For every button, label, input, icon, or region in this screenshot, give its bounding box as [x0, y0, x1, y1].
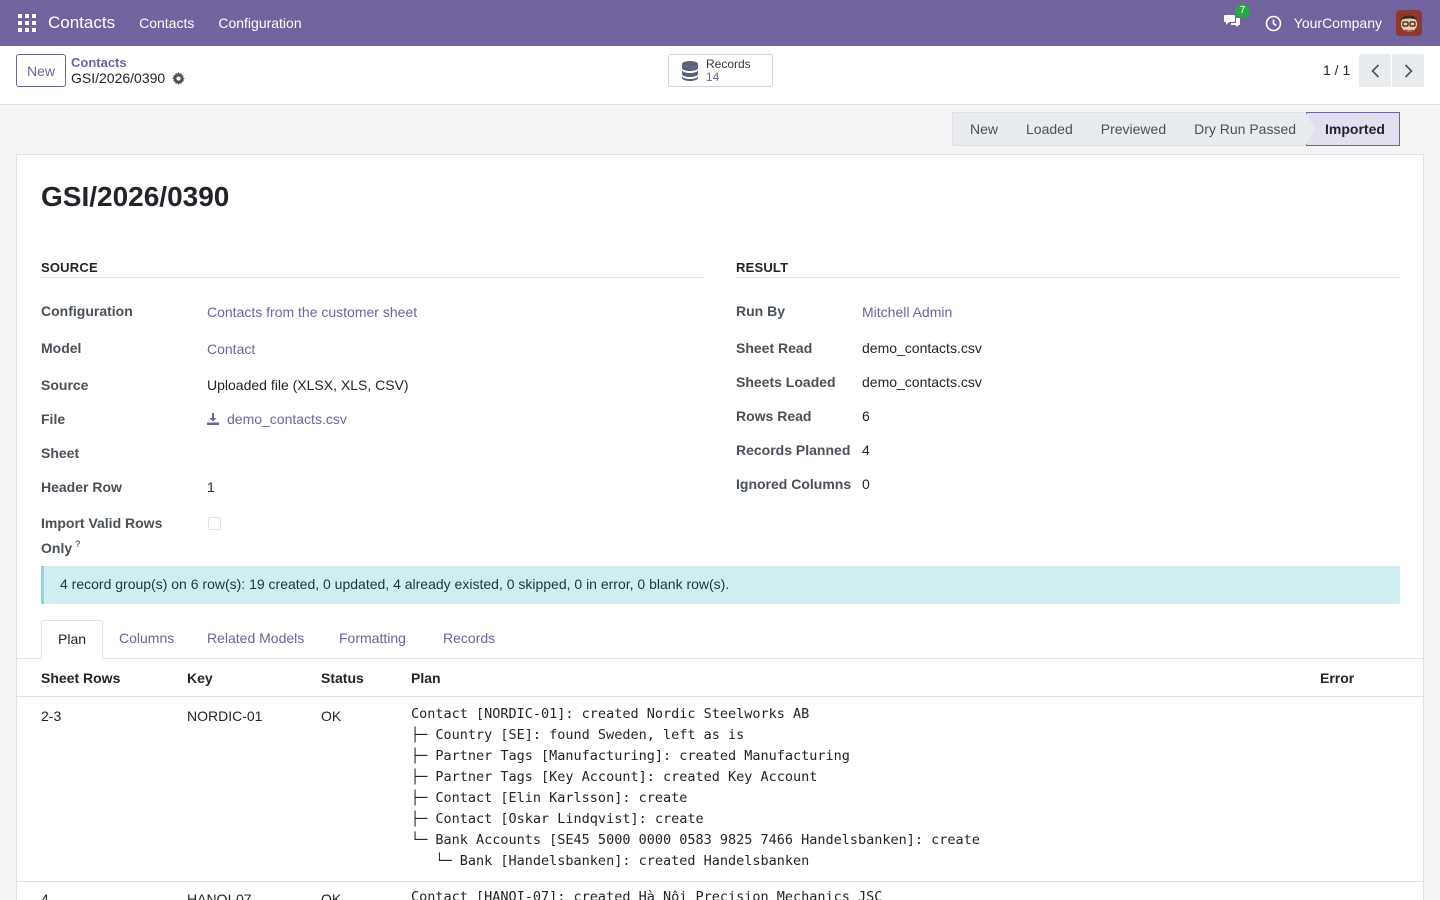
top-navbar: Contacts Contacts Configuration 7 YourCo…: [0, 0, 1440, 46]
chat-count-badge: 7: [1234, 4, 1251, 18]
pager-previous-button[interactable]: [1359, 54, 1391, 87]
model-link[interactable]: Contact: [207, 341, 255, 357]
sheets-loaded-value: demo_contacts.csv: [862, 374, 982, 390]
file-label: File: [41, 411, 66, 427]
menu-configuration[interactable]: Configuration: [218, 15, 301, 31]
source-divider: [41, 277, 705, 278]
tab-formatting[interactable]: Formatting: [323, 620, 422, 659]
chat-icon[interactable]: 7: [1223, 4, 1251, 33]
new-record-button[interactable]: New: [16, 54, 67, 87]
row-plan: Contact [NORDIC-01]: created Nordic Stee…: [411, 706, 980, 869]
column-header-error[interactable]: Error: [1320, 670, 1354, 686]
gear-icon[interactable]: [172, 71, 186, 85]
stage-imported[interactable]: Imported: [1306, 112, 1400, 146]
sheet-read-label: Sheet Read: [736, 340, 813, 356]
control-panel: New Contacts GSI/2026/0390 Records 14 1 …: [0, 46, 1440, 105]
import-valid-rows-label: Import Valid Rows Only?: [41, 515, 163, 556]
record-title: GSI/2026/0390: [41, 181, 230, 212]
row-key: NORDIC-01: [187, 708, 263, 724]
pager-value[interactable]: 1 / 1: [1323, 62, 1350, 78]
header-row-value: 1: [207, 479, 215, 495]
download-icon: [207, 412, 219, 425]
status-bar: New Loaded Previewed Dry Run Passed Impo…: [952, 112, 1400, 146]
company-switcher[interactable]: YourCompany: [1294, 15, 1382, 31]
row-status: OK: [321, 891, 342, 900]
tab-records[interactable]: Records: [427, 620, 511, 659]
file-download-link[interactable]: demo_contacts.csv: [207, 411, 347, 427]
chevron-right-icon: [1404, 63, 1413, 78]
run-by-link[interactable]: Mitchell Admin: [862, 304, 952, 320]
configuration-link[interactable]: Contacts from the customer sheet: [207, 304, 417, 320]
row-sheet-rows: 2-3: [41, 708, 62, 724]
column-header-status[interactable]: Status: [321, 670, 364, 686]
breadcrumb-current: GSI/2026/0390: [71, 70, 186, 86]
sheet-label: Sheet: [41, 445, 80, 461]
import-valid-rows-checkbox[interactable]: [208, 517, 221, 530]
smart-button-count: 14: [706, 69, 720, 84]
file-name: demo_contacts.csv: [227, 411, 347, 427]
model-label: Model: [41, 340, 82, 356]
stage-loaded[interactable]: Loaded: [1008, 112, 1092, 146]
table-row[interactable]: 2-3 NORDIC-01 OK Contact [NORDIC-01]: cr…: [17, 697, 1423, 882]
table-row[interactable]: 4 HANOI-07 OK Contact [HANOI-07]: create…: [17, 883, 1423, 900]
records-planned-label: Records Planned: [736, 442, 851, 458]
help-tooltip-icon[interactable]: ?: [75, 539, 81, 549]
result-group-title: RESULT: [736, 260, 789, 275]
records-smart-button[interactable]: Records 14: [668, 54, 773, 87]
user-avatar[interactable]: [1396, 10, 1422, 36]
ignored-columns-label: Ignored Columns: [736, 476, 852, 492]
notebook-tabs: Plan Columns Related Models Formatting R…: [17, 620, 1423, 659]
plan-table-header: Sheet Rows Key Status Plan Error: [17, 660, 1423, 697]
rows-read-label: Rows Read: [736, 408, 812, 424]
row-key: HANOI-07: [187, 891, 252, 900]
sheet-read-value: demo_contacts.csv: [862, 340, 982, 356]
stage-previewed[interactable]: Previewed: [1082, 112, 1186, 146]
stage-new[interactable]: New: [952, 112, 1018, 146]
chevron-left-icon: [1370, 63, 1379, 78]
column-header-plan[interactable]: Plan: [411, 670, 441, 686]
breadcrumb-parent[interactable]: Contacts: [71, 55, 127, 70]
app-brand[interactable]: Contacts: [48, 13, 115, 33]
pager-next-button[interactable]: [1392, 54, 1424, 87]
run-by-label: Run By: [736, 303, 785, 319]
sheets-loaded-label: Sheets Loaded: [736, 374, 836, 390]
stage-dry-run-passed[interactable]: Dry Run Passed: [1176, 112, 1315, 146]
row-sheet-rows: 4: [41, 891, 49, 900]
column-header-sheet-rows[interactable]: Sheet Rows: [41, 670, 120, 686]
smart-button-label: Records: [706, 56, 751, 71]
breadcrumb-current-label: GSI/2026/0390: [71, 70, 166, 86]
tab-columns[interactable]: Columns: [103, 620, 190, 659]
source-group-title: SOURCE: [41, 260, 98, 275]
activity-clock-icon[interactable]: [1265, 15, 1282, 32]
result-divider: [736, 277, 1400, 278]
column-header-key[interactable]: Key: [187, 670, 213, 686]
ignored-columns-value: 0: [862, 476, 870, 492]
rows-read-value: 6: [862, 408, 870, 424]
row-plan: Contact [HANOI-07]: created Hà Nội Preci…: [411, 889, 883, 900]
tab-related-models[interactable]: Related Models: [191, 620, 320, 659]
summary-alert: 4 record group(s) on 6 row(s): 19 create…: [41, 566, 1400, 604]
header-row-label: Header Row: [41, 479, 122, 495]
form-sheet: GSI/2026/0390 SOURCE Configuration Conta…: [16, 154, 1424, 900]
configuration-label: Configuration: [41, 303, 133, 319]
records-planned-value: 4: [862, 442, 870, 458]
menu-contacts[interactable]: Contacts: [139, 15, 194, 31]
row-status: OK: [321, 708, 342, 724]
source-value: Uploaded file (XLSX, XLS, CSV): [207, 377, 409, 393]
source-label: Source: [41, 377, 89, 393]
tab-plan[interactable]: Plan: [41, 620, 104, 659]
database-icon: [680, 60, 700, 82]
apps-grid-icon[interactable]: [18, 14, 36, 32]
